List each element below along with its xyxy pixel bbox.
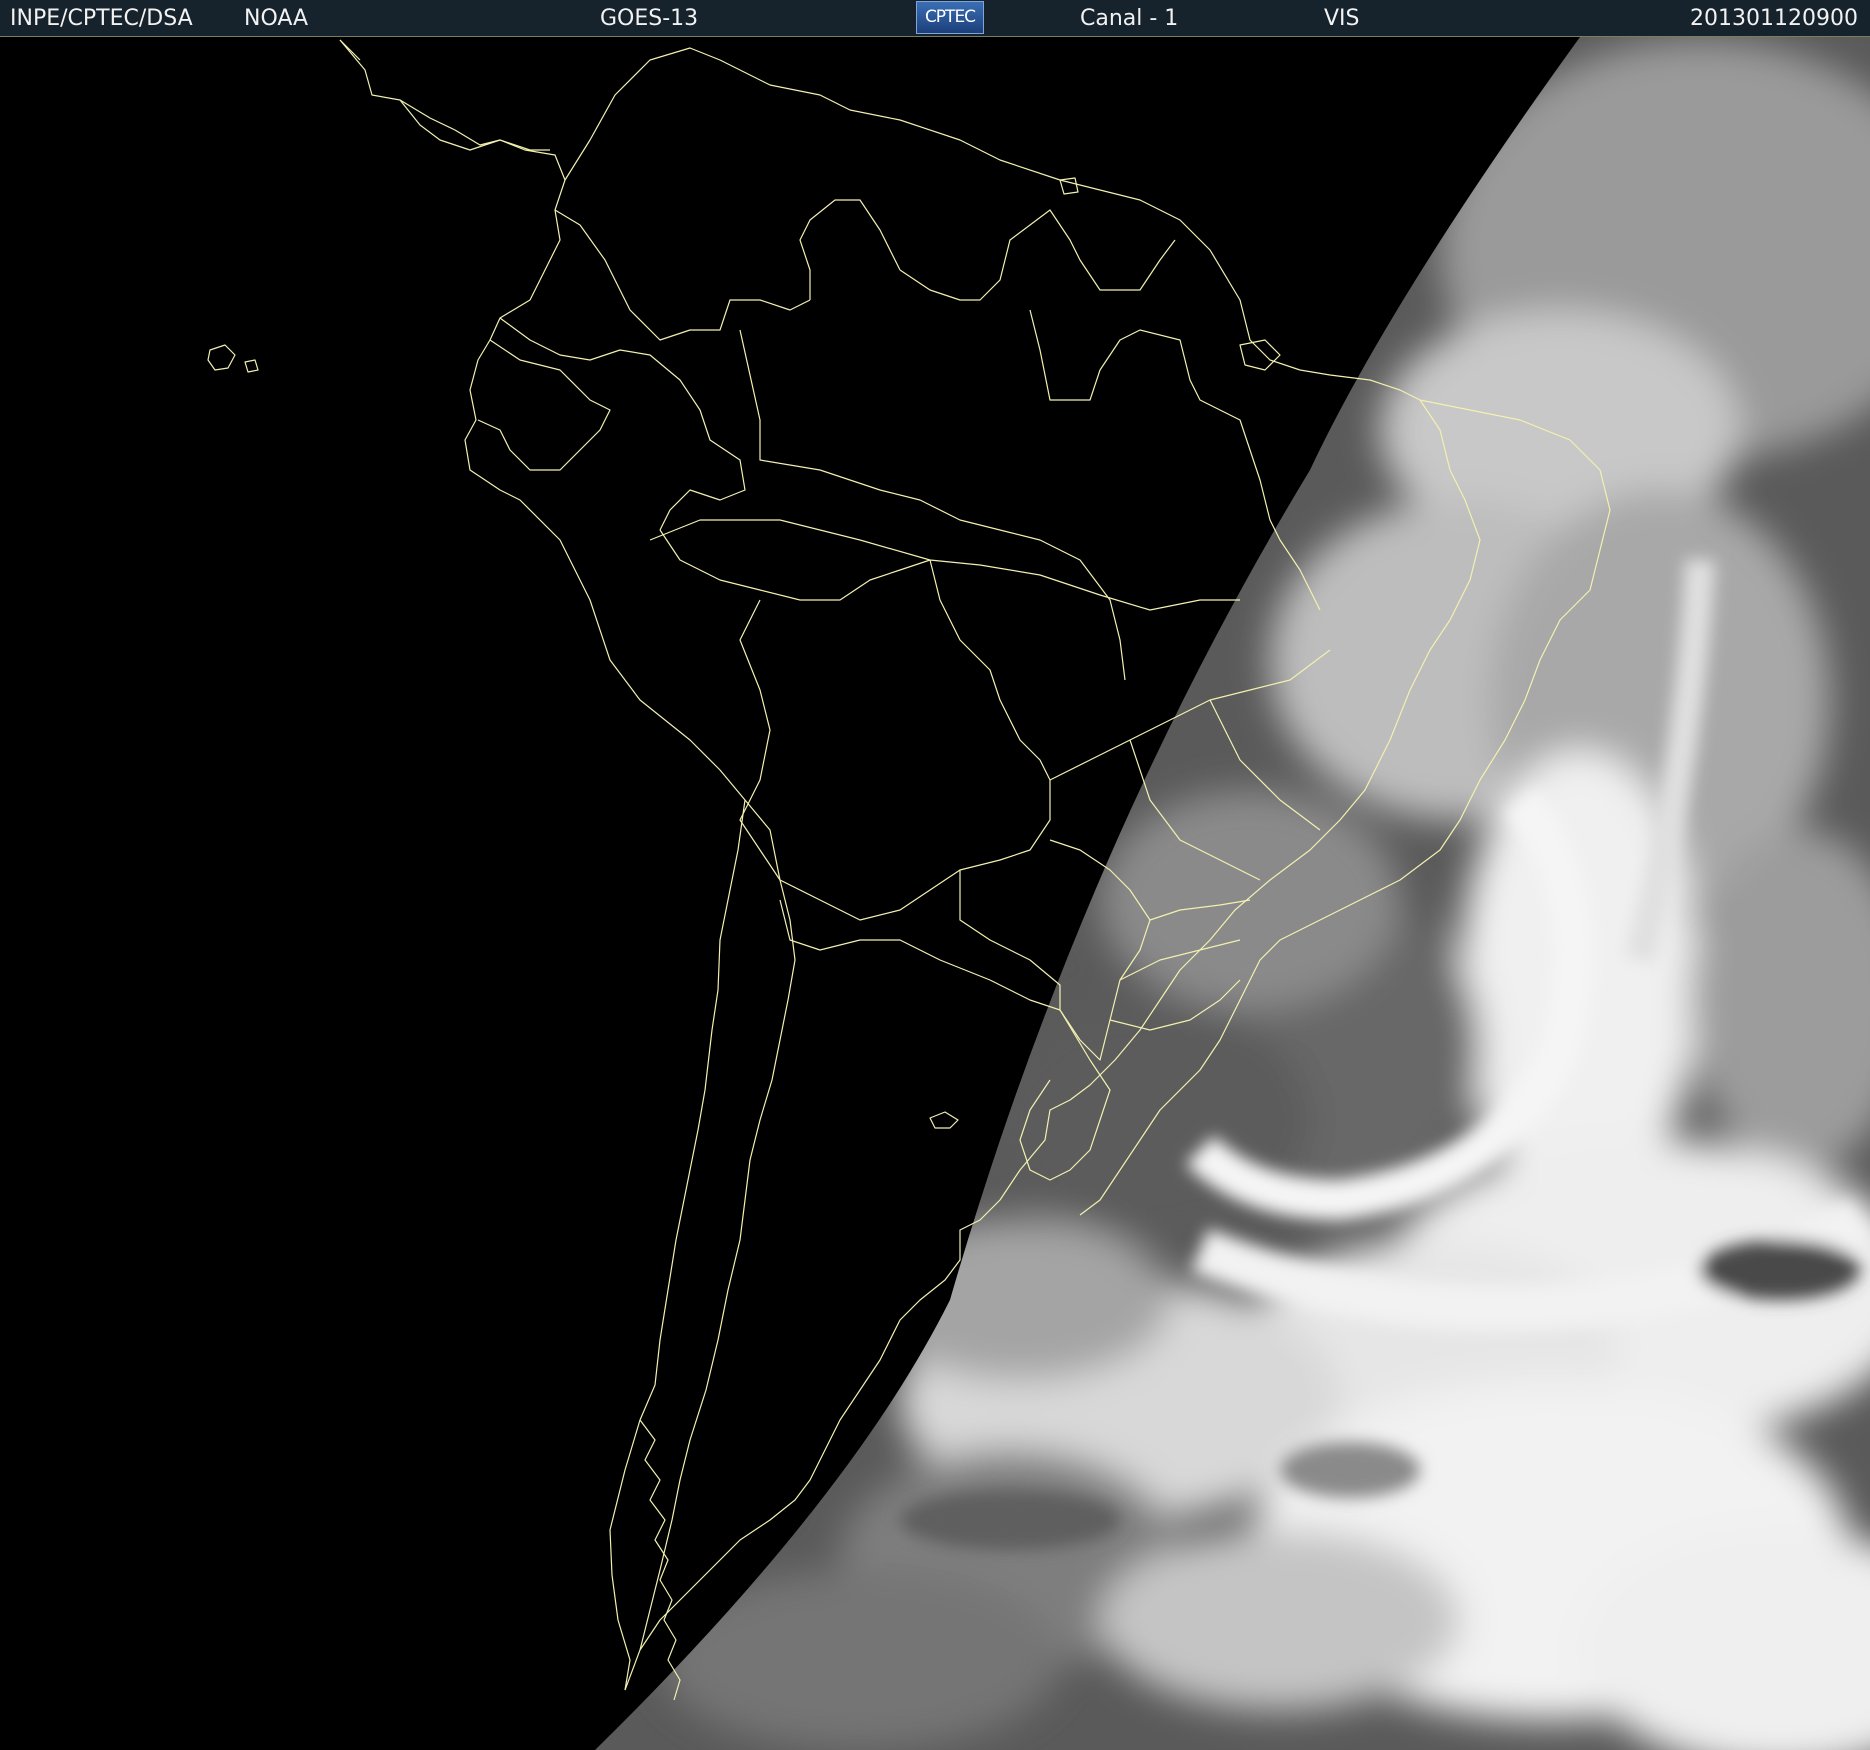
band-label: VIS (1324, 6, 1360, 31)
cptec-logo: CPTEC (916, 1, 984, 34)
channel-label: Canal - 1 (1080, 6, 1179, 31)
agency-label: INPE/CPTEC/DSA (10, 6, 193, 31)
image-header: INPE/CPTEC/DSA NOAA GOES-13 CPTEC Canal … (0, 0, 1870, 36)
satellite-map (0, 37, 1870, 1750)
source-label: NOAA (244, 6, 309, 31)
logo-text: CPTEC (924, 7, 976, 27)
satellite-label: GOES-13 (600, 6, 699, 31)
timestamp-label: 201301120900 (1690, 6, 1858, 31)
